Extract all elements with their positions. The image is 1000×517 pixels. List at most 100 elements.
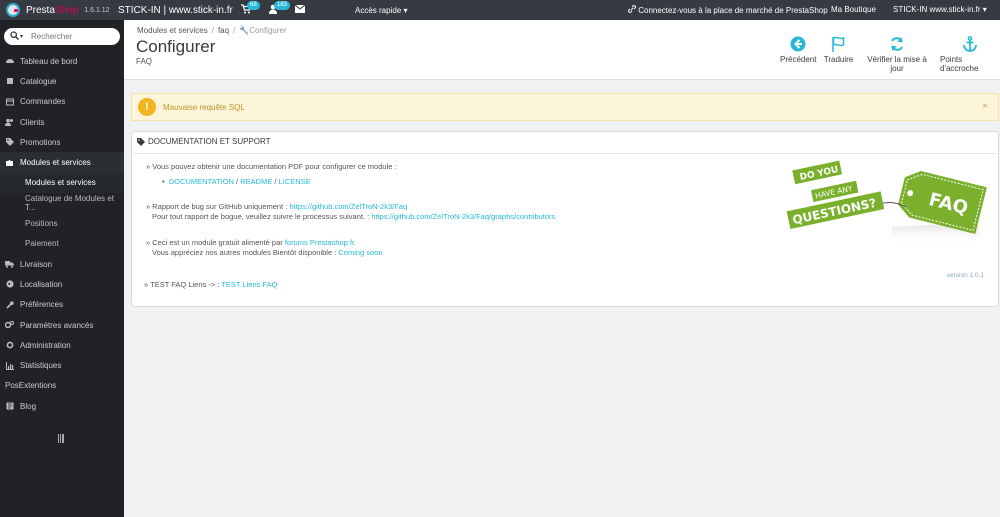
search-input[interactable] [31,32,112,41]
faq-tag: FAQ [898,170,987,234]
svg-text:DO: DO [799,170,816,183]
prestashop-logo[interactable]: PrestaShop 1.6.1.12 [6,3,110,17]
bug-process-line: Pour tout rapport de bogue, veuillez sui… [152,212,555,221]
cogs-icon [4,321,14,329]
my-shop-link[interactable]: Ma Boutique [831,5,876,14]
license-link[interactable]: LICENSE [279,177,311,186]
sidebar-item-blog[interactable]: Blog [0,396,124,416]
sidebar-subitem-payment[interactable]: Paiement [0,234,124,254]
check-update-label: Vérifier la mise à jour [867,55,927,73]
forum-link[interactable]: forums Prestashop fr [285,238,354,247]
customers-notification[interactable]: 183 [268,0,292,20]
other-modules-line: Vous appréciez nos autres modules Bientô… [152,248,383,257]
doc-intro-text: » Vous pouvez obtenir une documentation … [146,162,397,171]
doc-links-bullet: • [162,177,165,186]
refresh-icon [860,33,934,55]
chevron-down-icon[interactable]: ▾ [20,33,23,40]
sidebar-item-posextentions[interactable]: PosExtentions [0,376,124,396]
top-bar: PrestaShop 1.6.1.12 STICK-IN | www.stick… [0,0,1000,20]
breadcrumb: Modules et services / faq / 🔧Configurer [137,26,287,35]
sidebar-item-shipping[interactable]: Livraison [0,254,124,274]
alert-message: Mauvaise requête SQL [163,103,245,112]
quick-access-dropdown[interactable]: Accès rapide ▾ [355,6,407,15]
wrench-icon: 🔧 [239,26,250,35]
brand-name: PrestaShop [26,4,79,16]
translate-button-label: Traduire [823,55,854,64]
sidebar-item-label: Promotions [20,137,61,147]
doc-links-separator: / [236,177,239,186]
sidebar-item-label: Catalogue [20,76,57,86]
link-icon [628,5,638,15]
employee-dropdown[interactable]: STICK-IN www.stick-in.fr ▾ [893,5,987,14]
sidebar-item-promotions[interactable]: Promotions [0,132,124,152]
search-icon[interactable] [10,31,19,42]
sidebar-item-label: Administration [20,340,71,350]
sidebar-collapse-icon[interactable] [58,434,64,443]
addons-connect-link[interactable]: Connectez-vous à la place de marché de P… [628,5,828,15]
hooks-button[interactable]: Points d'accroche [940,33,1000,73]
arrow-left-circle-icon [780,33,816,55]
sidebar-subitem-modules-catalog[interactable]: Catalogue de Modules et T... [0,193,124,213]
test-faq-line: » TEST FAQ Liens -> : TEST Liens FAQ [144,280,277,289]
sidebar-item-label: Clients [20,117,45,127]
sidebar-item-advanced-parameters[interactable]: Paramètres avancés [0,315,124,335]
sidebar-item-label: Positions [25,219,58,229]
tag-icon [137,137,145,146]
do-you-label: DO YOU [792,160,843,185]
messages-notification[interactable] [294,0,319,20]
customers-badge: 183 [274,1,291,10]
search-box[interactable]: ▾ [4,28,120,45]
flag-icon [823,33,854,55]
coming-soon-link[interactable]: Coming soon [338,248,382,257]
sidebar-item-label: Statistiques [20,361,62,371]
svg-text:QUESTIONS?: QUESTIONS? [791,196,877,227]
translate-button[interactable]: Traduire [823,33,854,64]
free-module-suffix: . [354,238,357,247]
orders-notification[interactable]: 68 [241,0,265,20]
sidebar-item-localization[interactable]: Localisation [0,274,124,294]
page-subtitle: FAQ [136,57,153,66]
sidebar-item-label: Préférences [20,300,64,310]
sidebar-subitem-modules-services[interactable]: Modules et services [0,172,124,194]
dashboard-icon [5,57,14,65]
shop-name-link[interactable]: STICK-IN | www.stick-in.fr [118,5,238,16]
github-contributors-link[interactable]: https://github.com/ZelTroN-2k3/Faq/graph… [371,212,555,221]
puzzle-icon [5,159,14,167]
github-repo-link[interactable]: https://github.com/ZelTroN-2k3/Faq [289,202,407,211]
back-button-label: Précédent [780,55,817,64]
orders-badge: 68 [247,1,260,10]
readme-link[interactable]: README [240,177,272,186]
sidebar-item-administration[interactable]: Administration [0,335,124,355]
promotions-icon [5,138,14,147]
sidebar-subitem-positions[interactable]: Positions [0,213,124,233]
close-icon[interactable]: × [982,101,988,112]
sidebar-item-customers[interactable]: Clients [0,112,124,132]
sidebar-item-label: Livraison [20,259,53,269]
sidebar-item-label: Catalogue de Modules et T... [25,194,114,213]
sidebar-item-label: Modules et services [20,158,91,168]
sidebar-item-statistics[interactable]: Statistiques [0,355,124,375]
back-button[interactable]: Précédent [780,33,816,64]
sidebar-item-preferences[interactable]: Préférences [0,295,124,315]
sidebar-item-label: Blog [20,401,37,411]
test-faq-link[interactable]: TEST Liens FAQ [221,280,277,289]
hooks-button-label: Points d'accroche [940,55,979,73]
sidebar-item-catalog[interactable]: Catalogue [0,71,124,91]
faq-illustration: FAQ DO YOU HAVE ANY QUESTIONS? [786,160,987,245]
breadcrumb-faq[interactable]: faq [218,26,229,35]
sidebar-item-dashboard[interactable]: Tableau de bord [0,51,124,71]
chart-icon [5,361,14,370]
sidebar-item-modules[interactable]: Modules et services [0,152,124,173]
sidebar-item-orders[interactable]: Commandes [0,92,124,112]
cog-icon [5,341,14,349]
bug-report-text: » Rapport de bug sur GitHub uniquement : [146,202,288,211]
warning-icon: ! [138,98,156,116]
check-update-button[interactable]: Vérifier la mise à jour [860,33,934,73]
sidebar-item-label: Paramètres avancés [20,320,94,330]
documentation-link[interactable]: DOCUMENTATION [169,177,234,186]
breadcrumb-modules[interactable]: Modules et services [137,26,208,35]
puffin-logo-icon [6,3,20,17]
sidebar-item-label: Localisation [20,279,63,289]
blog-icon [5,402,14,410]
anchor-icon [940,33,1000,55]
